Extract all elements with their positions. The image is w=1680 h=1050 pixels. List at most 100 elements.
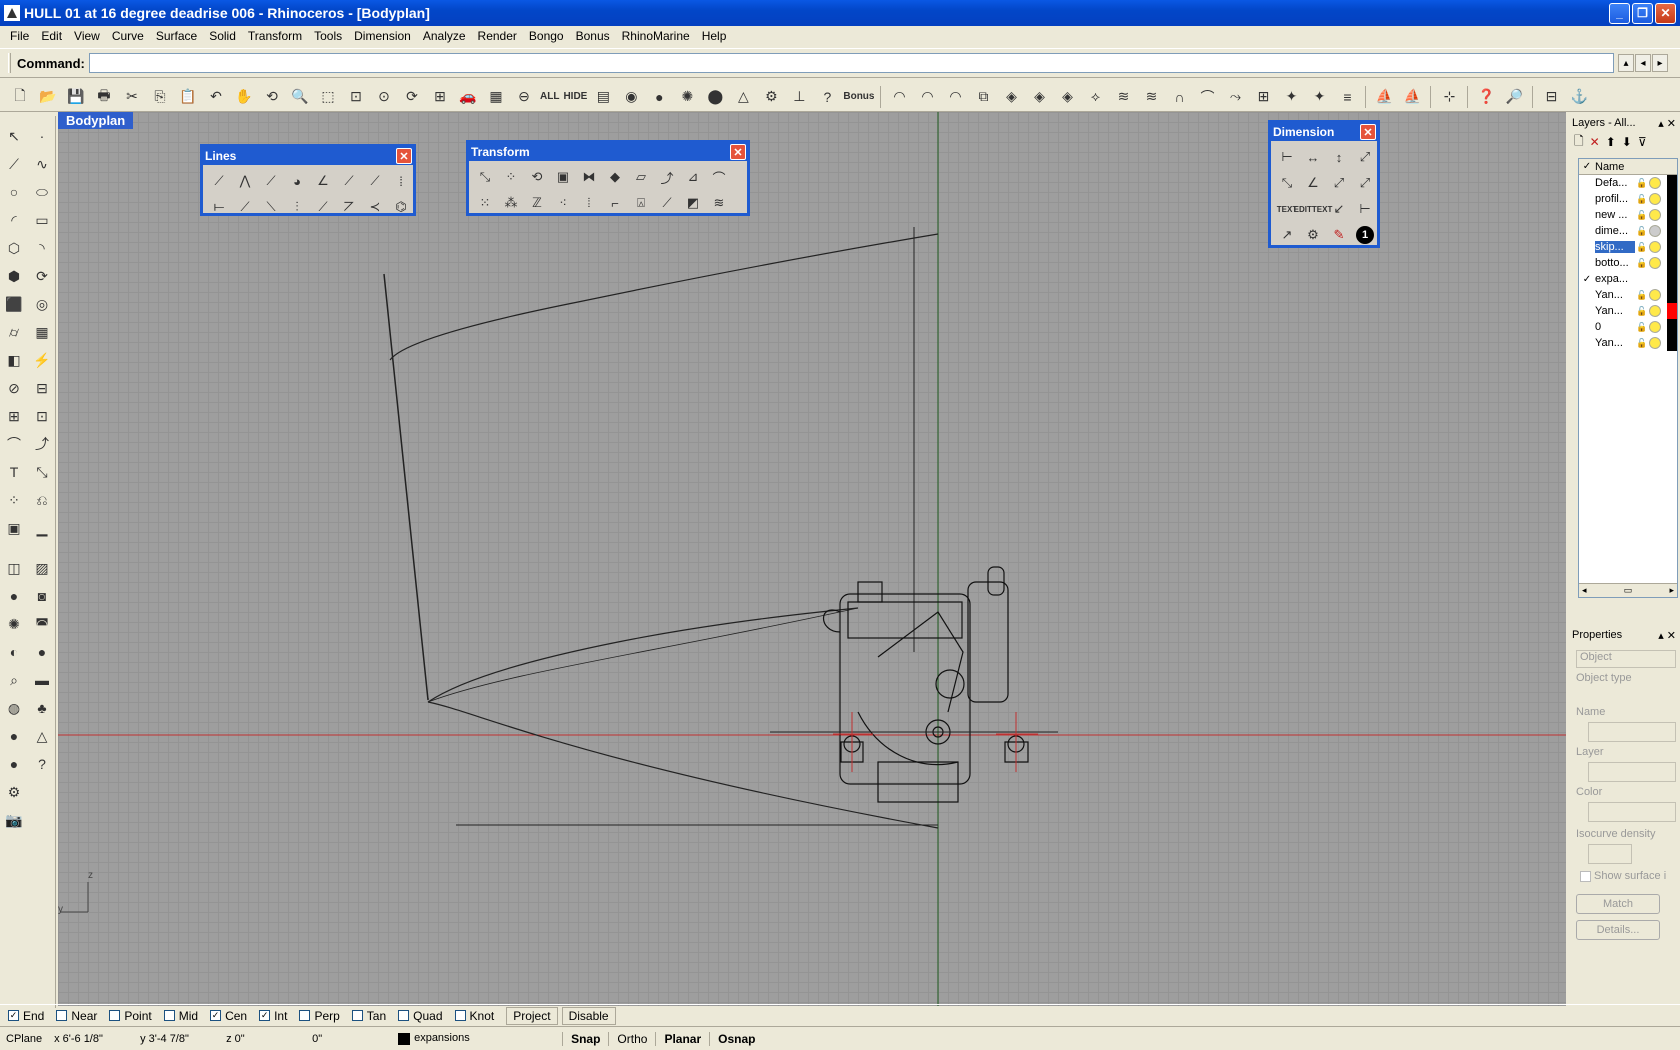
surface-tool-4-icon[interactable]: ◈	[1055, 85, 1079, 109]
object-select[interactable]: Object	[1576, 650, 1676, 668]
lock-icon[interactable]: 🔓	[1635, 242, 1649, 253]
wave-icon[interactable]: ≋	[707, 191, 731, 215]
layer-select[interactable]	[1588, 762, 1676, 782]
options-gear-icon[interactable]: ⚙	[759, 85, 783, 109]
command-input[interactable]	[88, 53, 1614, 73]
points-on-icon[interactable]: ⁘	[2, 488, 26, 512]
layer-name[interactable]: Yan...	[1595, 337, 1635, 349]
undo-view-icon[interactable]: ⟳	[400, 85, 424, 109]
layer-color-swatch[interactable]	[1667, 239, 1677, 255]
rhino-app-icon[interactable]	[4, 5, 20, 21]
surface-tool-7-icon[interactable]: ≋	[1139, 85, 1163, 109]
scroll-thumb[interactable]: ▭	[1624, 585, 1633, 596]
render-window-icon[interactable]: ◚	[30, 612, 54, 636]
layer-name[interactable]: Defa...	[1595, 177, 1635, 189]
lock-icon[interactable]: 🔓	[1635, 306, 1649, 317]
layer-color-swatch[interactable]	[1667, 175, 1677, 191]
zoom-help-icon[interactable]: 🔎	[1502, 85, 1526, 109]
lock-icon[interactable]: 🔓	[1635, 226, 1649, 237]
command-scroll-up-icon[interactable]: ▴	[1618, 54, 1634, 72]
dim-leader-icon[interactable]: ↙	[1327, 197, 1351, 221]
minimize-button[interactable]: _	[1609, 2, 1630, 24]
layer-row[interactable]: Defa... 🔓	[1579, 175, 1677, 191]
delete-layer-icon[interactable]: ✕	[1590, 135, 1600, 149]
layer-row[interactable]: Yan... 🔓	[1579, 287, 1677, 303]
curve-tool-3-icon[interactable]: ◠	[943, 85, 967, 109]
move-layer-up-icon[interactable]: ⬆	[1606, 135, 1616, 149]
help-icon[interactable]: ❓	[1474, 85, 1498, 109]
spotlight-icon[interactable]: ⌕	[2, 668, 26, 692]
zoom-icon[interactable]: 🔍	[288, 85, 312, 109]
snapshot-icon[interactable]: ▨	[30, 556, 54, 580]
mesh-tool-icon[interactable]: ▦	[30, 320, 54, 344]
render-sphere-icon[interactable]: ✺	[675, 85, 699, 109]
layer-color-swatch[interactable]	[1667, 255, 1677, 271]
osnap-point[interactable]: Point	[109, 1009, 152, 1023]
surface-tool-11-icon[interactable]: ⊞	[1251, 85, 1275, 109]
array-icon[interactable]: ⊞	[2, 404, 26, 428]
layer-row[interactable]: profil... 🔓	[1579, 191, 1677, 207]
command-scroll-left-icon[interactable]: ◂	[1635, 54, 1651, 72]
maximize-button[interactable]: ❐	[1632, 2, 1653, 24]
light-bulb-icon[interactable]	[1649, 241, 1661, 253]
layer-row[interactable]: botto... 🔓	[1579, 255, 1677, 271]
surface-tool-8-icon[interactable]: ∩	[1167, 85, 1191, 109]
line-vertical-icon[interactable]: ⁞	[389, 169, 413, 193]
dim-vertical-icon[interactable]: ↕	[1327, 145, 1351, 169]
menu-render[interactable]: Render	[472, 29, 523, 43]
offset-icon[interactable]: ⌒	[2, 432, 26, 456]
curve-tool-2-icon[interactable]: ◠	[915, 85, 939, 109]
array-rect-icon[interactable]: ⁙	[473, 191, 497, 215]
grey-sphere-icon[interactable]: ●	[2, 724, 26, 748]
arc-icon[interactable]: ◜	[2, 208, 26, 232]
lock-icon[interactable]: 🔓	[1635, 322, 1649, 333]
surface-tool-5-icon[interactable]: ⟡	[1083, 85, 1107, 109]
light-bulb-icon[interactable]	[1649, 193, 1661, 205]
paste-icon[interactable]: 📋	[176, 85, 200, 109]
osnap-cen-checkbox[interactable]: ✓	[210, 1010, 222, 1021]
select-icon[interactable]: ⊖	[512, 85, 536, 109]
material-sphere-icon[interactable]: ⬤	[703, 85, 727, 109]
cone-light-icon[interactable]: △	[30, 724, 54, 748]
line-tan-tan-icon[interactable]: ⟍	[259, 195, 283, 219]
surface-tool-9-icon[interactable]: ⌒	[1195, 85, 1219, 109]
dim-linear-icon[interactable]: ⊢	[1275, 145, 1299, 169]
dim-edit-text-button[interactable]: EDIT TEXT	[1294, 197, 1333, 221]
layer-name[interactable]: profil...	[1595, 193, 1635, 205]
snap-tool-icon[interactable]: ⊹	[1437, 85, 1461, 109]
rendered-sphere-icon[interactable]: ✺	[2, 612, 26, 636]
show-surface-checkbox[interactable]	[1580, 871, 1591, 882]
osnap-knot-checkbox[interactable]	[454, 1010, 466, 1021]
layer-color-swatch[interactable]	[1667, 271, 1677, 287]
analyze-icon[interactable]: ◧	[2, 348, 26, 372]
menu-view[interactable]: View	[68, 29, 106, 43]
menu-file[interactable]: File	[4, 29, 35, 43]
close-button[interactable]: ✕	[1655, 2, 1676, 24]
distance-icon[interactable]: ⊥	[787, 85, 811, 109]
dim-diameter-icon[interactable]: ⤢	[1353, 171, 1377, 195]
bonus-button[interactable]: Bonus	[843, 91, 874, 102]
cut-icon[interactable]: ✂	[120, 85, 144, 109]
save-render-icon[interactable]: ◙	[30, 584, 54, 608]
scroll-right-icon[interactable]: ▸	[1669, 585, 1674, 596]
layer-row[interactable]: new ... 🔓	[1579, 207, 1677, 223]
layer-row[interactable]: Yan... 🔓	[1579, 303, 1677, 319]
lock-icon[interactable]: 🔓	[1635, 194, 1649, 205]
layers-panel-controls[interactable]: ▴ ✕	[1658, 117, 1676, 130]
shaded-sphere-icon[interactable]: ●	[2, 584, 26, 608]
save-icon[interactable]: 💾	[64, 85, 88, 109]
line-angled-icon[interactable]: ∠	[311, 169, 335, 193]
layer-color-swatch[interactable]	[1667, 303, 1677, 319]
osnap-tan[interactable]: Tan	[351, 1009, 386, 1023]
menu-transform[interactable]: Transform	[242, 29, 308, 43]
layer-name[interactable]: botto...	[1595, 257, 1635, 269]
fillet-icon[interactable]: ◝	[30, 236, 54, 260]
tree-icon[interactable]: ♣	[30, 696, 54, 720]
osnap-end-checkbox[interactable]: ✓	[8, 1010, 19, 1021]
circle-icon[interactable]: ○	[2, 180, 26, 204]
shade-sphere-icon[interactable]: ●	[647, 85, 671, 109]
scale-icon[interactable]: ⤡	[30, 460, 54, 484]
open-file-icon[interactable]: 📂	[36, 85, 60, 109]
layer-row-current[interactable]: ✓ expa...	[1579, 271, 1677, 287]
menu-curve[interactable]: Curve	[106, 29, 150, 43]
